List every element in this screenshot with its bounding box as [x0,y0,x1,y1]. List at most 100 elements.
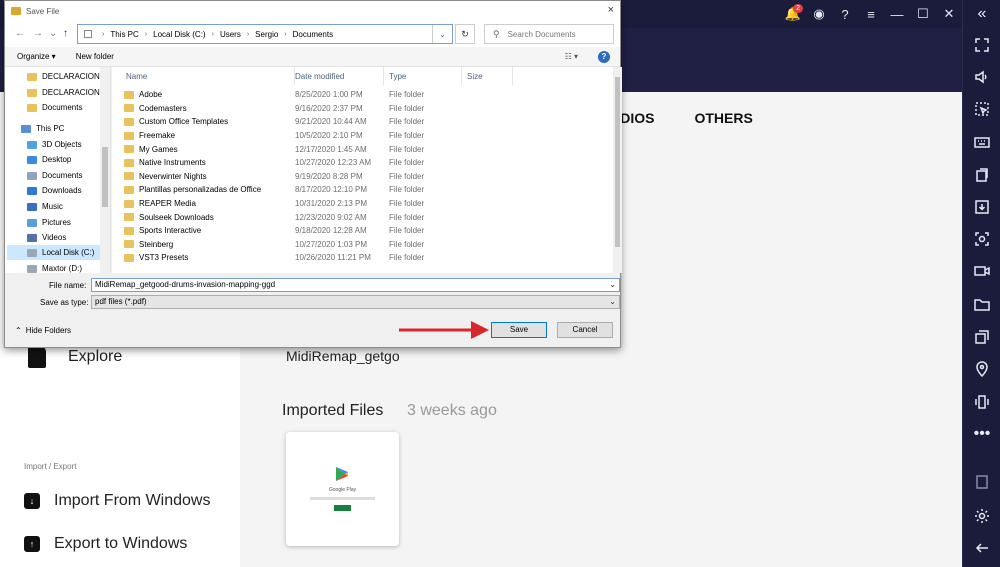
tree-item[interactable]: Documents [27,100,82,115]
location-icon[interactable] [963,357,1000,381]
explore-item[interactable]: Explore [28,346,122,368]
red-arrow-annotation [399,321,489,339]
menu-icon[interactable]: ≡ [858,0,884,28]
tree-item-documents[interactable]: Documents [27,168,82,183]
breadcrumb-documents[interactable]: Documents [293,30,333,39]
folder-icon[interactable] [963,292,1000,316]
maximize-icon[interactable]: ☐ [910,0,936,28]
new-folder-button[interactable]: New folder [76,52,114,61]
file-row[interactable]: Native Instruments 10/27/2020 12:23 AM Fil… [112,156,610,170]
tree-item-videos[interactable]: Videos [27,230,66,245]
address-dropdown-icon[interactable]: ⌄ [432,25,452,43]
file-row[interactable]: Neverwinter Nights 9/19/2020 8:28 PM File … [112,170,610,184]
music-icon [27,202,37,211]
collapse-sidebar-icon[interactable]: « [963,2,1000,26]
dialog-title-bar[interactable]: Save File × [5,1,620,21]
file-row[interactable]: Custom Office Templates 9/21/2020 10:44 A… [112,115,610,129]
hide-folders-toggle[interactable]: ⌃ Hide Folders [15,326,71,335]
breadcrumb-users[interactable]: Users [220,30,241,39]
file-row[interactable]: Freemake 10/5/2020 2:10 PM File folder [112,129,610,143]
file-row[interactable]: REAPER Media 10/31/2020 2:13 PM File folde… [112,197,610,211]
address-bar[interactable]: › This PC › Local Disk (C:) › Users › Sergio… [77,24,453,44]
dialog-close-button[interactable]: × [608,4,614,16]
media-manager-icon[interactable] [963,195,1000,219]
tab-others[interactable]: OTHERS [694,110,752,126]
multi-instance-icon[interactable] [963,325,1000,349]
file-date-cell: 9/19/2020 8:28 PM [295,171,363,181]
save-as-type-select[interactable]: pdf files (*.pdf) ⌄ [91,295,620,309]
folder-icon [124,253,134,262]
cancel-button[interactable]: Cancel [557,322,613,338]
file-row[interactable]: VST3 Presets 10/26/2020 11:21 PM File fold… [112,251,610,265]
column-header-type[interactable]: Type [383,67,462,85]
back-icon[interactable] [963,536,1000,560]
tree-item-music[interactable]: Music [27,199,63,214]
tree-item[interactable]: DECLARACIONE [27,85,105,100]
tree-item-desktop[interactable]: Desktop [27,152,71,167]
record-icon[interactable] [963,259,1000,283]
bell-icon[interactable]: 🔔 2 [780,0,806,28]
tree-item-local-disk[interactable]: Local Disk (C:) [7,245,100,260]
minimize-icon[interactable]: — [884,0,910,28]
column-header-name[interactable]: Name [120,67,295,85]
tree-item-maxtor[interactable]: Maxtor (D:) [27,261,82,273]
import-from-windows-button[interactable]: ↓ Import From Windows [24,492,210,510]
column-header-date[interactable]: Date modified [289,67,384,85]
imported-files-title: Imported Files [282,402,384,419]
tree-item[interactable]: DECLARACIONE [27,69,105,84]
pointer-icon[interactable] [963,97,1000,121]
documents-icon [27,171,37,180]
file-list-scrollbar[interactable] [613,67,622,273]
volume-icon[interactable] [963,65,1000,89]
file-row[interactable]: Plantillas personalizadas de Office 8/17/… [112,183,610,197]
file-type-cell: File folder [389,117,425,127]
screenshot-icon[interactable] [963,227,1000,251]
breadcrumb-this-pc[interactable]: This PC [110,30,138,39]
help-button[interactable]: ? [598,51,610,63]
export-label: Export to Windows [54,535,188,552]
chevron-down-icon[interactable]: ⌄ [609,296,616,308]
search-input[interactable]: ⚲ Search Documents [484,24,614,44]
help-icon[interactable]: ? [832,0,858,28]
file-row[interactable]: Sports Interactive 9/18/2020 12:28 AM File… [112,224,610,238]
file-name-input[interactable]: MidiRemap_getgood-drums-invasion-mapping… [91,278,620,292]
more-icon[interactable]: ••• [963,422,1000,446]
file-row[interactable]: Adobe 8/25/2020 1:00 PM File folder [112,88,610,102]
explore-label: Explore [68,348,123,365]
recent-locations-icon[interactable]: ⌄ [49,28,57,39]
file-type-cell: File folder [389,158,425,168]
view-options-icon[interactable]: ☷ ▾ [565,52,578,61]
file-row[interactable]: Soulseek Downloads 12/23/2020 9:02 AM File… [112,210,610,224]
file-row[interactable]: Steinberg 10/27/2020 1:03 PM File folder [112,238,610,252]
up-arrow-icon[interactable]: ↑ [63,28,68,39]
export-to-windows-button[interactable]: ↑ Export to Windows [24,535,187,553]
close-icon[interactable]: ✕ [936,0,962,28]
fullscreen-icon[interactable] [963,33,1000,57]
back-arrow-icon[interactable]: ← [15,28,25,39]
tree-item-this-pc[interactable]: This PC [21,121,64,136]
gear-icon[interactable] [963,504,1000,528]
file-name-label: File name: [49,281,87,290]
forward-arrow-icon[interactable]: → [33,28,43,39]
tree-item-3d-objects[interactable]: 3D Objects [27,137,82,152]
organize-button[interactable]: Organize ▾ [17,52,56,61]
breadcrumb-local-disk[interactable]: Local Disk (C:) [153,30,205,39]
install-apk-icon[interactable] [963,163,1000,187]
file-date-cell: 10/27/2020 12:23 AM [295,158,372,168]
imported-file-card[interactable]: Google Play [286,432,399,546]
save-button[interactable]: Save [491,322,547,338]
tree-scrollbar[interactable] [100,67,110,273]
keyboard-icon[interactable] [963,130,1000,154]
shake-icon[interactable] [963,390,1000,414]
file-row[interactable]: My Games 12/17/2020 1:45 AM File folder [112,142,610,156]
file-name-cell: Native Instruments [124,158,206,167]
tree-item-downloads[interactable]: Downloads [27,183,82,198]
account-icon[interactable]: ◉ [806,0,832,28]
column-header-size[interactable]: Size [461,67,513,85]
refresh-icon[interactable]: ↻ [455,24,475,44]
breadcrumb-sergio[interactable]: Sergio [255,30,278,39]
chevron-down-icon[interactable]: ⌄ [609,279,616,291]
eco-mode-icon[interactable] [963,470,1000,494]
tree-item-pictures[interactable]: Pictures [27,215,71,230]
file-row[interactable]: Codemasters 9/16/2020 2:37 PM File folder [112,102,610,116]
